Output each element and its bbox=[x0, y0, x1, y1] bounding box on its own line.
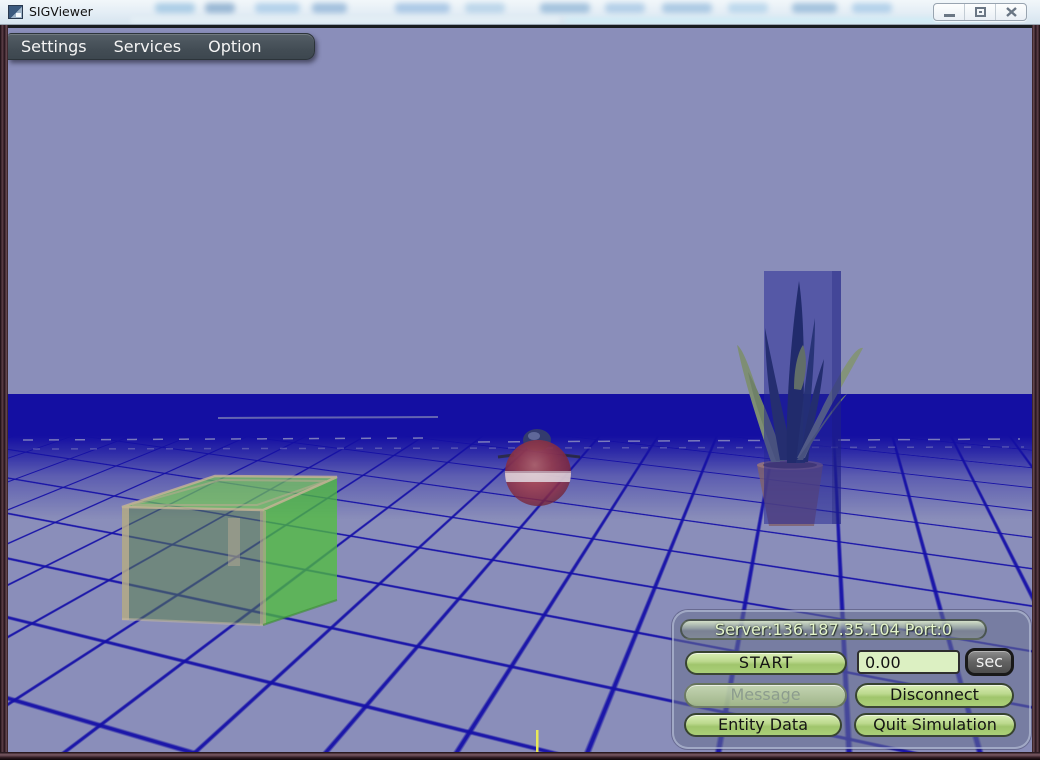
menu-settings[interactable]: Settings bbox=[21, 37, 87, 56]
entity-green-box[interactable] bbox=[122, 476, 337, 625]
window-frame-right bbox=[1032, 25, 1040, 760]
quit-simulation-button[interactable]: Quit Simulation bbox=[854, 713, 1016, 737]
app-icon[interactable] bbox=[8, 5, 23, 19]
close-icon bbox=[1006, 7, 1017, 17]
sec-button[interactable]: sec bbox=[965, 648, 1014, 676]
minimize-button[interactable] bbox=[934, 4, 965, 20]
titlebar-blur-artifact bbox=[205, 3, 235, 13]
menu-option[interactable]: Option bbox=[208, 37, 261, 56]
maximize-button[interactable] bbox=[965, 4, 996, 20]
titlebar-blur-artifact bbox=[465, 3, 505, 13]
titlebar-blur-artifact bbox=[662, 3, 712, 13]
minimize-icon bbox=[944, 8, 955, 17]
start-button[interactable]: START bbox=[685, 651, 847, 675]
window-title: SIGViewer bbox=[29, 4, 93, 19]
restore-icon bbox=[975, 7, 986, 17]
titlebar-blur-artifact bbox=[565, 17, 985, 24]
entity-blue-bounding-box[interactable] bbox=[764, 271, 841, 524]
window-controls bbox=[933, 3, 1027, 21]
menubar: Settings Services Option bbox=[8, 33, 315, 60]
titlebar-blur-artifact bbox=[395, 3, 450, 13]
window-frame-bottom bbox=[0, 752, 1040, 760]
titlebar[interactable]: SIGViewer bbox=[0, 0, 1040, 25]
titlebar-blur-artifact bbox=[155, 3, 195, 13]
titlebar-blur-artifact bbox=[605, 3, 645, 13]
message-button[interactable]: Message bbox=[684, 683, 847, 708]
disconnect-button[interactable]: Disconnect bbox=[855, 683, 1014, 708]
titlebar-blur-artifact bbox=[130, 17, 560, 24]
titlebar-blur-artifact bbox=[852, 3, 892, 13]
server-address-bar: Server:136.187.35.104 Port:0 bbox=[680, 619, 987, 640]
titlebar-blur-artifact bbox=[792, 3, 837, 13]
entity-red-sphere[interactable] bbox=[498, 429, 580, 506]
titlebar-blur-artifact bbox=[255, 3, 300, 13]
control-panel: Server:136.187.35.104 Port:0 START sec M… bbox=[672, 610, 1031, 749]
window-frame-left bbox=[0, 25, 8, 760]
sigviewer-window: SIGViewer bbox=[0, 0, 1040, 760]
menu-services[interactable]: Services bbox=[114, 37, 181, 56]
origin-axis-marker bbox=[536, 730, 539, 752]
titlebar-blur-artifact bbox=[728, 3, 768, 13]
titlebar-blur-artifact bbox=[312, 3, 347, 13]
time-input[interactable] bbox=[857, 650, 960, 674]
3d-viewport[interactable]: Settings Services Option Server:136.187.… bbox=[8, 25, 1032, 752]
titlebar-blur-artifact bbox=[540, 3, 590, 13]
entity-data-button[interactable]: Entity Data bbox=[684, 713, 842, 737]
close-button[interactable] bbox=[996, 4, 1026, 20]
